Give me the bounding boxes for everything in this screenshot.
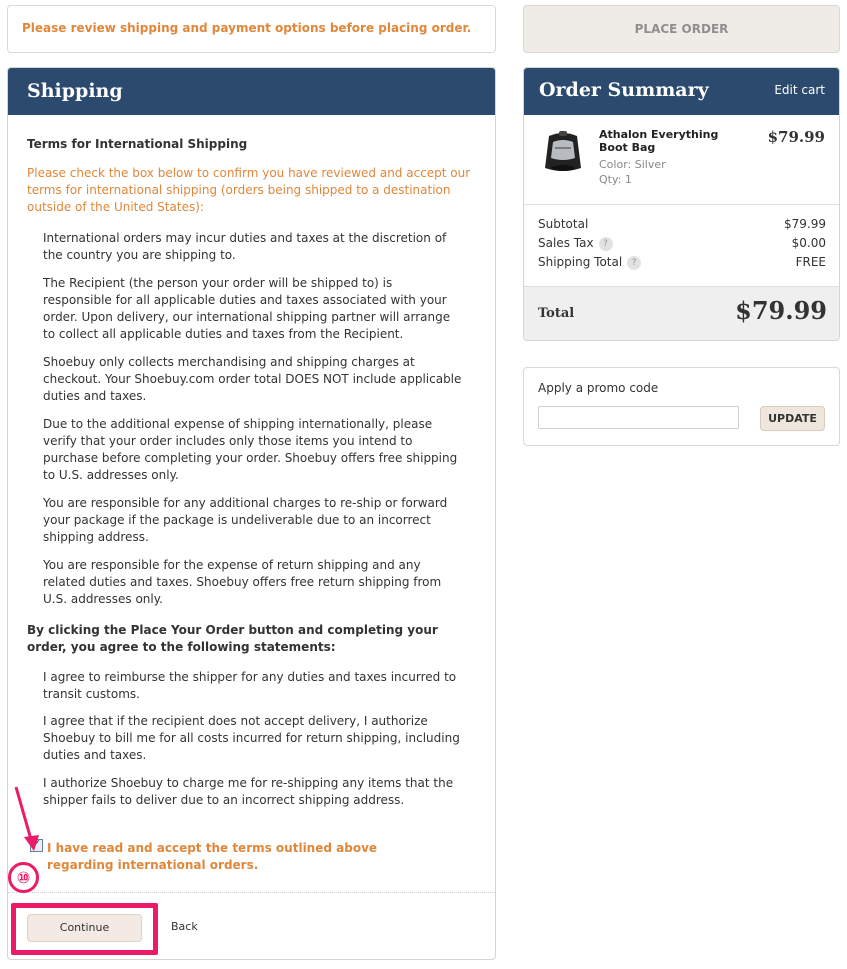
terms-paragraph: You are responsible for any additional c… <box>43 496 448 544</box>
help-icon[interactable]: ? <box>598 236 613 251</box>
terms-paragraph: Shoebuy only collects merchandising and … <box>43 355 462 403</box>
accept-terms-label[interactable]: I have read and accept the terms outline… <box>47 840 427 874</box>
terms-paragraph: Due to the additional expense of shippin… <box>43 417 458 482</box>
total-bar: Total $79.99 <box>524 286 839 340</box>
shipping-total-row: Shipping Total? FREE <box>538 255 826 271</box>
subtotal-row: Subtotal $79.99 <box>538 217 826 233</box>
help-icon[interactable]: ? <box>627 255 642 270</box>
agree-heading: By clicking the Place Your Order button … <box>27 623 438 654</box>
review-notice-text: Please review shipping and payment optio… <box>22 21 472 35</box>
shipping-total-label: Shipping Total <box>538 255 623 269</box>
subtotal-value: $79.99 <box>784 217 826 231</box>
review-notice: Please review shipping and payment optio… <box>7 5 496 53</box>
agree-statement: I agree to reimburse the shipper for any… <box>43 670 457 701</box>
agree-statement: I agree that if the recipient does not a… <box>43 714 460 762</box>
shipping-panel: Shipping Terms for International Shippin… <box>7 67 496 960</box>
sales-tax-row: Sales Tax? $0.00 <box>538 236 826 252</box>
back-link[interactable]: Back <box>171 920 198 933</box>
terms-intro: Please check the box below to confirm yo… <box>27 166 471 214</box>
product-qty: Qty: 1 <box>599 173 632 186</box>
total-label: Total <box>538 306 575 321</box>
shipping-total-value: FREE <box>795 255 826 269</box>
promo-code-panel: Apply a promo code UPDATE <box>523 367 840 446</box>
order-summary-title: Order Summary <box>539 79 709 101</box>
terms-paragraph: The Recipient (the person your order wil… <box>43 276 451 341</box>
step-number-badge: ⑩ <box>8 862 39 893</box>
product-color: Color: Silver <box>599 158 666 171</box>
product-name[interactable]: Athalon Everything Boot Bag <box>599 128 739 154</box>
shipping-title: Shipping <box>27 80 123 102</box>
sales-tax-label: Sales Tax <box>538 236 594 250</box>
subtotal-label: Subtotal <box>538 217 589 231</box>
update-button[interactable]: UPDATE <box>760 406 825 431</box>
terms-title: Terms for International Shipping <box>27 137 248 151</box>
edit-cart-link[interactable]: Edit cart <box>774 83 825 97</box>
sales-tax-value: $0.00 <box>791 236 826 250</box>
agree-statement: I authorize Shoebuy to charge me for re-… <box>43 776 454 807</box>
place-order-button[interactable]: PLACE ORDER <box>523 5 840 53</box>
divider <box>8 892 495 893</box>
promo-code-input[interactable] <box>538 406 739 429</box>
terms-paragraph: International orders may incur duties an… <box>43 231 447 262</box>
terms-paragraph: You are responsible for the expense of r… <box>43 558 442 606</box>
order-summary-header: Order Summary Edit cart <box>524 68 839 115</box>
total-value: $79.99 <box>735 296 827 325</box>
shipping-header: Shipping <box>8 68 495 115</box>
divider <box>524 204 839 205</box>
annotation-arrow-icon <box>14 786 39 851</box>
continue-highlight-box <box>11 903 158 955</box>
boot-bag-image <box>545 131 581 171</box>
promo-code-label: Apply a promo code <box>538 381 659 395</box>
order-summary-panel: Order Summary Edit cart Athalon Everythi… <box>523 67 840 341</box>
product-price: $79.99 <box>767 128 825 146</box>
